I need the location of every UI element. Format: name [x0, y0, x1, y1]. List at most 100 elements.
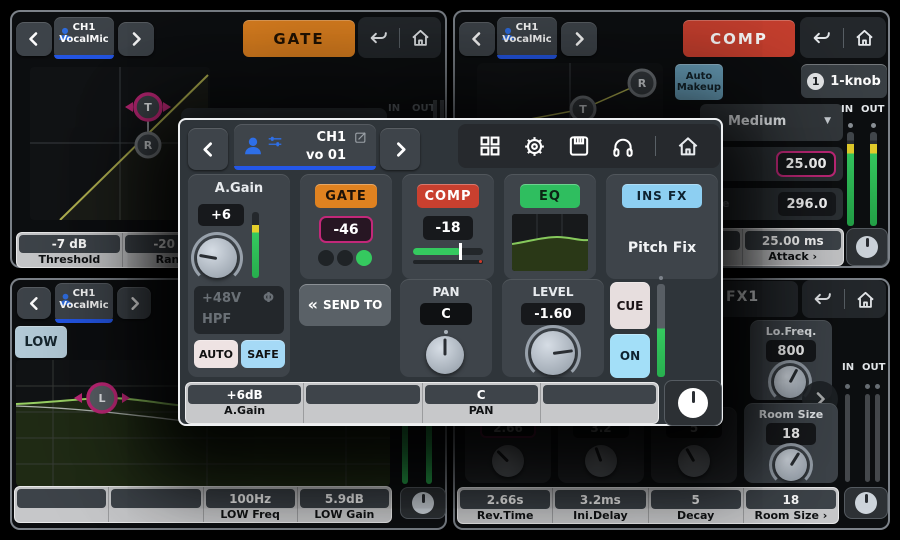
fx-knob-nudge-button[interactable]	[844, 487, 888, 519]
grid-menu-icon[interactable]	[478, 134, 502, 158]
send-to-button[interactable]: « SEND TO	[299, 284, 391, 326]
level-value[interactable]: -1.60	[521, 303, 585, 325]
chevron-right-icon	[126, 29, 146, 49]
footer-segment-pan[interactable]: CPAN	[422, 383, 540, 423]
level-knob[interactable]	[531, 331, 575, 375]
fx-out-meter-l	[865, 394, 870, 482]
fx-lofreq-knob[interactable]	[774, 366, 806, 398]
eq-knob-nudge-button[interactable]	[400, 487, 446, 519]
fx-revtime-knob[interactable]	[492, 445, 524, 477]
fx-decay-knob[interactable]	[678, 445, 710, 477]
footer-segment-low-freq[interactable]: 100HzLOW Freq	[203, 487, 297, 522]
popup-knob-nudge-button[interactable]	[664, 380, 722, 426]
footer-segment-decay[interactable]: 5Decay	[648, 488, 743, 523]
pan-knob[interactable]	[426, 336, 464, 374]
eq-band-low-button[interactable]: LOW	[15, 326, 67, 358]
knob-icon	[678, 388, 708, 418]
footer-segment-again[interactable]: +6dBA.Gain	[186, 383, 303, 423]
footer-segment[interactable]	[108, 487, 202, 522]
chevron-left-icon	[467, 29, 487, 49]
auto-makeup-button[interactable]: Auto Makeup	[675, 64, 723, 100]
gate-card[interactable]: GATE -46	[300, 174, 392, 279]
cue-button[interactable]: CUE	[610, 282, 650, 329]
eq-channel-select-button[interactable]: CH1 VocalMic	[55, 283, 113, 323]
footer-segment-inidelay[interactable]: 3.2msIni.Delay	[552, 488, 647, 523]
footer-segment-low-gain[interactable]: 5.9dBLOW Gain	[297, 487, 391, 522]
mixer-screen: CH1 VocalMic GATE R T IN	[0, 0, 900, 540]
fx-roomsize-card[interactable]: Room Size 18	[744, 403, 838, 483]
divider	[399, 28, 400, 48]
comp-gr-fill	[413, 248, 461, 255]
home-icon[interactable]	[410, 27, 431, 48]
partial-label: e	[722, 197, 729, 210]
comp-card[interactable]: COMP -18	[402, 174, 494, 279]
eq-next-channel-button[interactable]	[117, 287, 151, 319]
back-icon[interactable]	[812, 290, 833, 308]
fx-inidelay-knob[interactable]	[585, 445, 617, 477]
back-icon[interactable]	[811, 29, 832, 47]
gate-next-channel-button[interactable]	[118, 22, 154, 56]
gate-nav-box	[358, 17, 441, 58]
one-knob-button[interactable]: 1 1-knob	[801, 64, 887, 98]
home-icon[interactable]	[854, 27, 875, 48]
edit-icon[interactable]	[354, 130, 368, 144]
pan-value[interactable]: C	[420, 303, 472, 325]
back-icon[interactable]	[368, 29, 389, 47]
popup-next-channel-button[interactable]	[380, 128, 420, 170]
comp-param1-value[interactable]: 25.00	[776, 151, 836, 177]
fx-roomsize-value[interactable]: 18	[766, 423, 816, 445]
comp-knob-nudge-button[interactable]	[846, 228, 888, 266]
gate-threshold-handle[interactable]: T	[125, 94, 171, 120]
auto-gain-button[interactable]: AUTO	[194, 340, 238, 368]
popup-prev-channel-button[interactable]	[188, 128, 228, 170]
comp-channel-select-button[interactable]: CH1 VocalMic	[497, 17, 557, 59]
in-label: IN	[388, 103, 400, 114]
safe-button[interactable]: SAFE	[241, 340, 285, 368]
fx-lofreq-value[interactable]: 800	[766, 340, 816, 362]
eq-badge[interactable]: EQ	[520, 184, 580, 208]
footer-segment[interactable]	[540, 383, 658, 423]
comp-ratio-handle[interactable]: R	[629, 70, 655, 96]
again-value[interactable]: +6	[198, 204, 244, 226]
fx-roomsize-knob[interactable]	[775, 449, 807, 481]
comp-out-track	[413, 260, 483, 264]
footer-segment[interactable]	[303, 383, 421, 423]
footer-segment[interactable]	[15, 487, 108, 522]
comp-param2-value[interactable]: 296.0	[778, 192, 836, 216]
footer-segment-threshold[interactable]: -7 dBThreshold	[17, 233, 122, 267]
gate-range-handle[interactable]: R	[136, 133, 160, 157]
comp-threshold-handle[interactable]: T	[571, 97, 595, 120]
comp-threshold-value[interactable]: -18	[423, 216, 473, 240]
channel-overview-popup: CH1 vo 01 A.Gain +6 +48V Φ HPF AUTO	[178, 118, 723, 426]
popup-channel-select-button[interactable]: CH1 vo 01	[234, 124, 376, 170]
fader-icon	[266, 133, 284, 151]
knob-icon	[412, 492, 434, 514]
home-icon[interactable]	[676, 134, 700, 158]
footer-segment-roomsize[interactable]: 18Room Size ›	[743, 488, 838, 523]
gate-on-button[interactable]: GATE	[243, 20, 355, 57]
gate-channel-select-button[interactable]: CH1 VocalMic	[54, 17, 114, 59]
insfx-card[interactable]: INS FX Pitch Fix	[606, 174, 718, 279]
save-icon[interactable]	[567, 134, 591, 158]
chevron-left-icon	[198, 139, 219, 160]
phantom-hpf-box[interactable]: +48V Φ HPF	[194, 286, 284, 334]
comp-on-button[interactable]: COMP	[683, 20, 795, 57]
eq-card[interactable]: EQ	[504, 174, 596, 279]
comp-badge[interactable]: COMP	[417, 184, 479, 208]
on-button[interactable]: ON	[610, 334, 650, 378]
footer-segment-attack[interactable]: 25.00 msAttack ›	[742, 229, 844, 265]
eq-prev-channel-button[interactable]	[17, 287, 51, 319]
footer-segment-revtime[interactable]: 2.66sRev.Time	[458, 488, 552, 523]
gate-threshold-value[interactable]: -46	[319, 216, 373, 243]
headphones-icon[interactable]	[611, 134, 635, 158]
comp-prev-channel-button[interactable]	[459, 22, 495, 56]
gate-badge[interactable]: GATE	[315, 184, 377, 208]
home-icon[interactable]	[855, 289, 876, 310]
again-knob[interactable]	[197, 238, 237, 278]
comp-next-channel-button[interactable]	[561, 22, 597, 56]
meter-peak-dot	[871, 123, 876, 128]
gear-icon[interactable]	[522, 134, 547, 159]
insfx-badge[interactable]: INS FX	[622, 184, 702, 208]
gate-prev-channel-button[interactable]	[16, 22, 52, 56]
fx-title: FX1	[726, 289, 759, 305]
